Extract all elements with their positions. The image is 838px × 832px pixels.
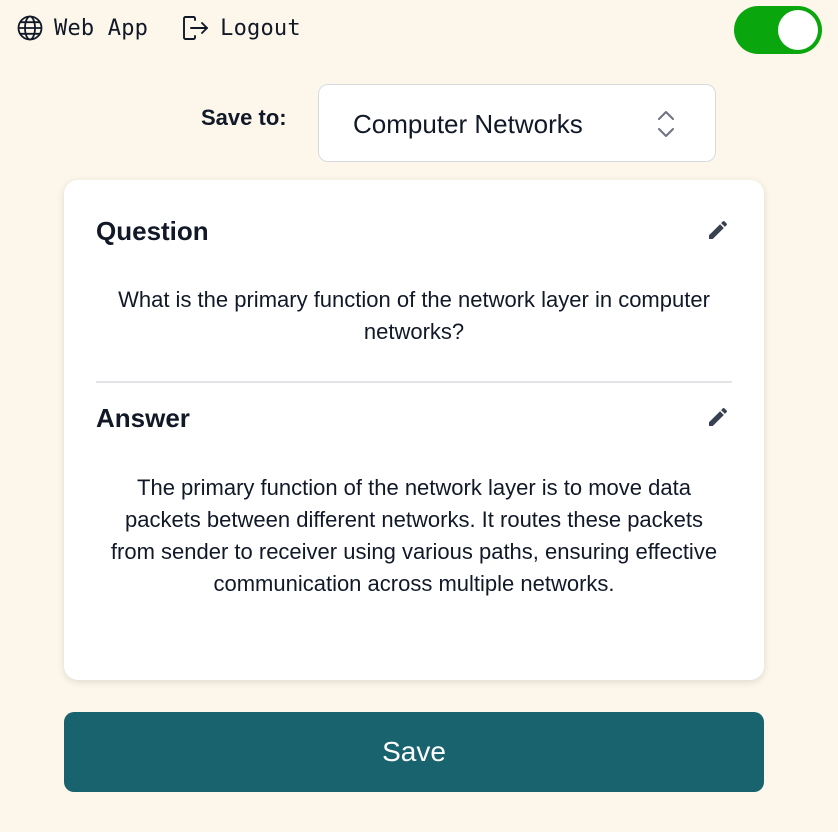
answer-text: The primary function of the network laye…: [110, 475, 718, 596]
pencil-icon: [706, 218, 730, 247]
edit-answer-button[interactable]: [704, 405, 732, 433]
deck-select-value: Computer Networks: [353, 109, 583, 139]
toggle-knob: [778, 10, 818, 50]
save-to-label: Save to:: [201, 105, 287, 130]
top-bar: Web App Logout: [16, 14, 335, 42]
deck-select[interactable]: Computer Networks: [318, 84, 716, 162]
globe-icon: [16, 14, 44, 42]
web-app-label: Web App: [54, 15, 149, 41]
flashcard: Question What is the primary function of…: [64, 180, 764, 680]
web-app-link[interactable]: Web App: [16, 14, 148, 42]
question-text: What is the primary function of the netw…: [118, 287, 710, 344]
mode-toggle[interactable]: [734, 6, 822, 54]
divider: [96, 381, 732, 383]
question-title: Question: [96, 216, 209, 246]
answer-title: Answer: [96, 403, 190, 433]
edit-question-button[interactable]: [704, 218, 732, 246]
logout-label: Logout: [220, 15, 301, 41]
pencil-icon: [706, 405, 730, 434]
logout-icon: [182, 14, 210, 42]
logout-link[interactable]: Logout: [182, 14, 301, 42]
save-button[interactable]: Save: [64, 712, 764, 792]
chevron-up-down-icon: [655, 109, 677, 139]
